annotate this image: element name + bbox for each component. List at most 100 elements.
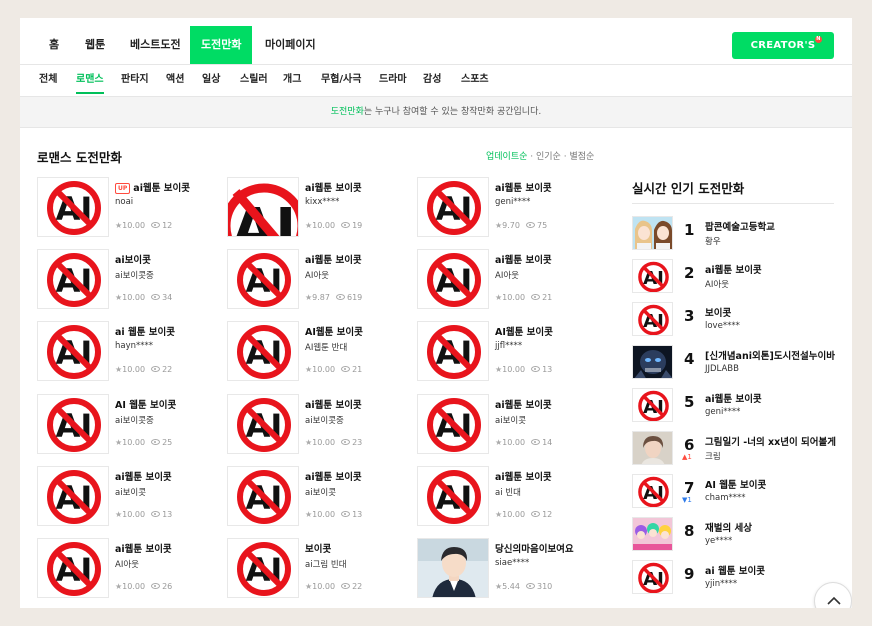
tab-all[interactable]: 전체 (39, 65, 57, 95)
comic-card[interactable]: AI ai웹툰 보이콧ai 빈대★10.0012 (417, 466, 597, 528)
ranking-title-text[interactable]: 그림일기 -너의 xx년이 되어볼게 (705, 434, 836, 448)
comic-author[interactable]: jjfl**** (495, 341, 522, 351)
ranking-thumbnail[interactable]: AI (632, 388, 673, 422)
ranking-thumbnail[interactable] (632, 345, 673, 379)
comic-title[interactable]: AI웹툰 보이콧 (495, 324, 553, 338)
ranking-item[interactable]: AI 5 ai웹툰 보이콧 geni**** (632, 388, 842, 424)
comic-author[interactable]: siae**** (495, 558, 529, 568)
comic-title[interactable]: ai웹툰 보이콧 (495, 397, 552, 411)
ranking-title-text[interactable]: 보이콧 (705, 305, 731, 319)
ranking-author[interactable]: 크림 (705, 450, 721, 462)
ranking-item[interactable]: 4 [신개념ani외톤]도시전설누이바 JJDLABB (632, 345, 842, 381)
ranking-thumbnail[interactable] (632, 216, 673, 250)
ranking-author[interactable]: ye**** (705, 536, 732, 546)
nav-challenge[interactable]: 도전만화 (190, 26, 253, 64)
comic-title[interactable]: ai웹툰 보이콧 (305, 180, 362, 194)
comic-thumbnail[interactable]: AI (37, 321, 109, 381)
ranking-item[interactable]: 6 ▲1 그림일기 -너의 xx년이 되어볼게 크림 (632, 431, 842, 467)
ranking-title-text[interactable]: ai 웹툰 보이콧 (705, 563, 765, 577)
ranking-item[interactable]: 8 재벌의 세상 ye**** (632, 517, 842, 553)
ranking-title-text[interactable]: ai웹툰 보이콧 (705, 391, 762, 405)
comic-card[interactable]: AI UPai웹툰 보이콧noai★10.0012 (37, 177, 217, 239)
comic-author[interactable]: ai보이콧중 (305, 414, 344, 426)
comic-card[interactable]: AI ai웹툰 보이콧ai보이콧★10.0013 (37, 466, 217, 528)
ranking-thumbnail[interactable]: AI (632, 560, 673, 594)
sort-popular[interactable]: 인기순 (536, 152, 561, 162)
comic-title[interactable]: AI웹툰 보이콧 (305, 324, 363, 338)
ranking-thumbnail[interactable] (632, 431, 673, 465)
scroll-top-button[interactable] (814, 582, 852, 608)
tab-drama[interactable]: 드라마 (379, 65, 407, 95)
tab-action[interactable]: 액션 (166, 65, 184, 95)
comic-card[interactable]: AI ai웹툰 보이콧ai보이콧중★10.0023 (227, 394, 407, 456)
ranking-title-text[interactable]: [신개념ani외톤]도시전설누이바 (705, 348, 835, 362)
nav-webtoon[interactable]: 웹툰 (85, 26, 105, 64)
comic-thumbnail[interactable]: AI (227, 466, 299, 526)
tab-thriller[interactable]: 스릴러 (240, 65, 268, 95)
comic-thumbnail[interactable]: AI (417, 394, 489, 454)
ranking-thumbnail[interactable] (632, 517, 673, 551)
tab-emotion[interactable]: 감성 (423, 65, 441, 95)
ranking-item[interactable]: AI 2 ai웹툰 보이콧 AI아웃 (632, 259, 842, 295)
comic-author[interactable]: ai보이콧 (115, 486, 146, 498)
ranking-thumbnail[interactable]: AI (632, 474, 673, 508)
tab-daily[interactable]: 일상 (202, 65, 220, 95)
comic-card[interactable]: AI AI웹툰 보이콧jjfl****★10.0013 (417, 321, 597, 383)
comic-thumbnail[interactable]: AI (227, 249, 299, 309)
comic-thumbnail[interactable]: AI (227, 177, 299, 237)
comic-card[interactable]: AI ai 웹툰 보이콧hayn****★10.0022 (37, 321, 217, 383)
comic-title[interactable]: ai보이콧 (115, 252, 151, 266)
comic-thumbnail[interactable]: AI (37, 249, 109, 309)
comic-author[interactable]: ai그림 빈대 (305, 558, 347, 570)
ranking-thumbnail[interactable]: AI (632, 302, 673, 336)
comic-card[interactable]: AI ai보이콧ai보이콧중★10.0034 (37, 249, 217, 311)
comic-title[interactable]: 당신의마음이보여요 (495, 541, 574, 555)
comic-title[interactable]: ai웹툰 보이콧 (115, 469, 172, 483)
comic-thumbnail[interactable]: AI (37, 538, 109, 598)
sort-updated[interactable]: 업데이트순 (486, 152, 527, 162)
comic-author[interactable]: ai보이콧중 (115, 269, 154, 281)
comic-card[interactable]: 당신의마음이보여요 siae**** ★5.44 310 (417, 538, 597, 600)
banner-highlight[interactable]: 도전만화 (331, 107, 364, 117)
comic-title[interactable]: ai웹툰 보이콧 (495, 252, 552, 266)
ranking-author[interactable]: yjin**** (705, 579, 737, 589)
ranking-author[interactable]: JJDLABB (705, 364, 739, 374)
comic-author[interactable]: ai보이콧 (305, 486, 336, 498)
comic-card[interactable]: AI ai웹툰 보이콧geni****★9.7075 (417, 177, 597, 239)
comic-author[interactable]: hayn**** (115, 341, 153, 351)
comic-card[interactable]: AI 보이콧ai그림 빈대★10.0022 (227, 538, 407, 600)
comic-title[interactable]: ai웹툰 보이콧 (305, 469, 362, 483)
comic-title[interactable]: ai웹툰 보이콧 (305, 252, 362, 266)
nav-home[interactable]: 홈 (49, 26, 59, 64)
comic-author[interactable]: ai보이콧중 (115, 414, 154, 426)
tab-fantasy[interactable]: 판타지 (121, 65, 149, 95)
comic-thumbnail[interactable]: AI (227, 538, 299, 598)
comic-title[interactable]: ai웹툰 보이콧 (115, 541, 172, 555)
comic-thumbnail[interactable]: AI (417, 321, 489, 381)
comic-author[interactable]: AI아웃 (495, 269, 519, 281)
comic-card[interactable]: AI ai웹툰 보이콧ai보이콧★10.0013 (227, 466, 407, 528)
comic-thumbnail[interactable]: AI (227, 394, 299, 454)
nav-mypage[interactable]: 마이페이지 (265, 26, 316, 64)
comic-author[interactable]: ai보이콧 (495, 414, 526, 426)
ranking-item[interactable]: AI 9 ai 웹툰 보이콧 yjin**** (632, 560, 842, 596)
comic-author[interactable]: AI아웃 (115, 558, 139, 570)
nav-best-challenge[interactable]: 베스트도전 (130, 26, 181, 64)
comic-card[interactable]: AI ai웹툰 보이콧ai보이콧★10.0014 (417, 394, 597, 456)
ranking-author[interactable]: AI아웃 (705, 278, 729, 290)
comic-author[interactable]: ai 빈대 (495, 486, 521, 498)
comic-author[interactable]: AI웹툰 반대 (305, 341, 347, 353)
ranking-author[interactable]: geni**** (705, 407, 740, 417)
creators-button[interactable]: CREATOR'S N (732, 32, 834, 59)
ranking-author[interactable]: cham**** (705, 493, 746, 503)
comic-title[interactable]: ai웹툰 보이콧 (495, 180, 552, 194)
comic-author[interactable]: noai (115, 197, 133, 207)
comic-thumbnail[interactable]: AI (417, 177, 489, 237)
ranking-thumbnail[interactable]: AI (632, 259, 673, 293)
ranking-author[interactable]: 황우 (705, 235, 721, 247)
ranking-item[interactable]: 1 팝콘예술고등학교 황우 (632, 216, 842, 252)
comic-card[interactable]: AI ai웹툰 보이콧 kixx**** ★10.00 19 (227, 177, 407, 239)
sort-rating[interactable]: 별점순 (569, 152, 594, 162)
comic-card[interactable]: AI ai웹툰 보이콧AI아웃★10.0021 (417, 249, 597, 311)
comic-thumbnail[interactable]: AI (227, 321, 299, 381)
